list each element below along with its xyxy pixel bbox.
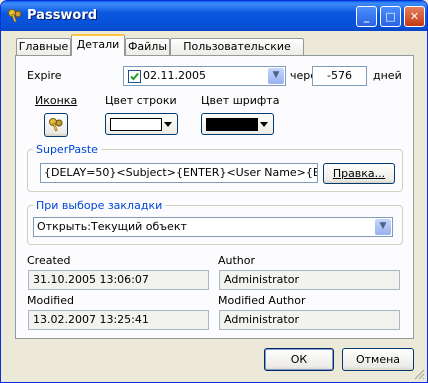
tab-files[interactable]: Файлы	[125, 38, 170, 55]
maximize-button[interactable]: □	[380, 6, 401, 27]
tab-main[interactable]: Главные	[16, 38, 71, 55]
expire-date-value: 02.11.2005	[143, 69, 206, 82]
cancel-button[interactable]: Отмена	[342, 348, 414, 371]
superpaste-edit-label: Правка...	[332, 167, 386, 180]
bookmark-action-value: Открыть:Текущий объект	[37, 220, 187, 233]
maximize-icon: □	[385, 10, 396, 23]
days-label: дней	[373, 69, 402, 82]
row-color-swatch	[110, 118, 162, 131]
minimize-icon: _	[363, 10, 370, 23]
font-color-picker[interactable]	[201, 113, 274, 135]
keys-icon	[49, 118, 63, 132]
row-color-picker[interactable]	[105, 113, 178, 135]
keys-icon	[8, 9, 22, 23]
tab-details-label: Детали	[76, 38, 120, 51]
resize-grip-icon[interactable]	[413, 368, 425, 380]
bookmark-title: При выборе закладки	[33, 199, 166, 212]
modified-value: 13.02.2007 13:25:41	[28, 310, 209, 330]
window-title: Password	[27, 8, 98, 23]
tab-details[interactable]: Детали	[71, 34, 125, 56]
modified-author-label: Modified Author	[218, 294, 306, 307]
row-color-label: Цвет строки	[105, 94, 177, 107]
details-panel: Expire 02.11.2005 ▼ через -576 дней Икон…	[15, 55, 414, 339]
expire-date-picker[interactable]: 02.11.2005 ▼	[123, 66, 286, 86]
font-color-label: Цвет шрифта	[201, 94, 280, 107]
superpaste-input[interactable]: {DELAY=50}<Subject>{ENTER}<User Name>{EN…	[40, 163, 318, 183]
days-input[interactable]: -576	[312, 66, 367, 86]
tab-custom-fields[interactable]: Пользовательские поля	[170, 38, 304, 68]
close-icon: ✕	[409, 10, 420, 23]
icon-label-text: Иконка	[35, 94, 78, 107]
tab-files-label: Файлы	[127, 40, 168, 53]
password-dialog: Password _ □ ✕ Главные Детали Файлы Поль…	[0, 0, 428, 383]
modified-label: Modified	[27, 294, 74, 307]
chevron-down-icon[interactable]: ▼	[268, 68, 284, 84]
icon-select-button[interactable]	[44, 113, 68, 137]
expire-checkbox[interactable]	[128, 70, 141, 83]
bookmark-action-select[interactable]: Открыть:Текущий объект ▼	[33, 217, 393, 237]
created-value: 31.10.2005 13:06:07	[28, 270, 209, 290]
expire-label: Expire	[27, 69, 62, 82]
chevron-down-icon	[164, 122, 172, 127]
author-value: Administrator	[219, 270, 400, 290]
minimize-button[interactable]: _	[356, 6, 377, 27]
superpaste-title: SuperPaste	[33, 143, 101, 156]
superpaste-edit-button[interactable]: Правка...	[323, 163, 395, 184]
chevron-down-icon	[260, 122, 268, 127]
close-button[interactable]: ✕	[404, 6, 425, 27]
title-bar[interactable]: Password _ □ ✕	[1, 1, 427, 31]
icon-label: Иконка	[35, 94, 77, 107]
tab-main-label: Главные	[18, 40, 69, 53]
ok-button[interactable]: ОК	[264, 348, 334, 371]
chevron-down-icon[interactable]: ▼	[375, 219, 391, 235]
font-color-swatch	[206, 118, 258, 131]
modified-author-value: Administrator	[219, 310, 400, 330]
author-label: Author	[218, 254, 256, 267]
created-label: Created	[27, 254, 71, 267]
